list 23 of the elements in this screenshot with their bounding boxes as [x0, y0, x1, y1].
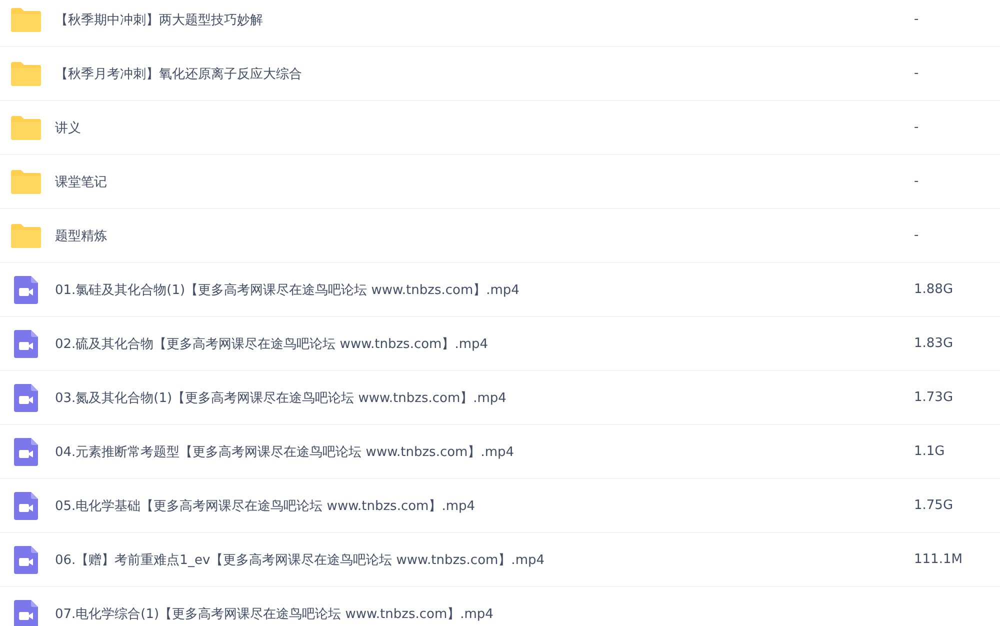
file-size: 1.83G: [914, 336, 954, 351]
file-name[interactable]: 【秋季期中冲刺】两大题型技巧妙解: [55, 10, 914, 28]
file-name[interactable]: 课堂笔记: [55, 172, 914, 190]
file-name[interactable]: 【秋季月考冲刺】氧化还原离子反应大综合: [55, 64, 914, 82]
file-size: -: [914, 66, 920, 81]
file-size: -: [914, 120, 920, 135]
file-name[interactable]: 02.硫及其化合物【更多高考网课尽在途鸟吧论坛 www.tnbzs.com】.mp4: [55, 334, 914, 352]
file-size: -: [914, 12, 920, 27]
file-name[interactable]: 题型精炼: [55, 226, 914, 244]
file-size: 111.1M: [914, 552, 964, 567]
file-name[interactable]: 05.电化学基础【更多高考网课尽在途鸟吧论坛 www.tnbzs.com】.mp4: [55, 496, 914, 514]
file-name[interactable]: 04.元素推断常考题型【更多高考网课尽在途鸟吧论坛 www.tnbzs.com】.mp4: [55, 442, 914, 460]
file-size: -: [914, 174, 920, 189]
file-name[interactable]: 06.【赠】考前重难点1_ev【更多高考网课尽在途鸟吧论坛 www.tnbzs.com】.mp4: [55, 550, 914, 568]
file-size: 1.73G: [914, 390, 954, 405]
file-name[interactable]: 讲义: [55, 118, 914, 136]
file-name[interactable]: 01.氯硅及其化合物(1)【更多高考网课尽在途鸟吧论坛 www.tnbzs.com】.mp4: [55, 280, 914, 298]
file-size: -: [914, 228, 920, 243]
file-name[interactable]: 07.电化学综合(1)【更多高考网课尽在途鸟吧论坛 www.tnbzs.com】.mp4: [55, 604, 1000, 622]
file-size: 1.1G: [914, 444, 946, 459]
file-size: 1.75G: [914, 498, 954, 513]
file-size: 1.88G: [914, 282, 954, 297]
file-name[interactable]: 03.氮及其化合物(1)【更多高考网课尽在途鸟吧论坛 www.tnbzs.com】.mp4: [55, 388, 914, 406]
